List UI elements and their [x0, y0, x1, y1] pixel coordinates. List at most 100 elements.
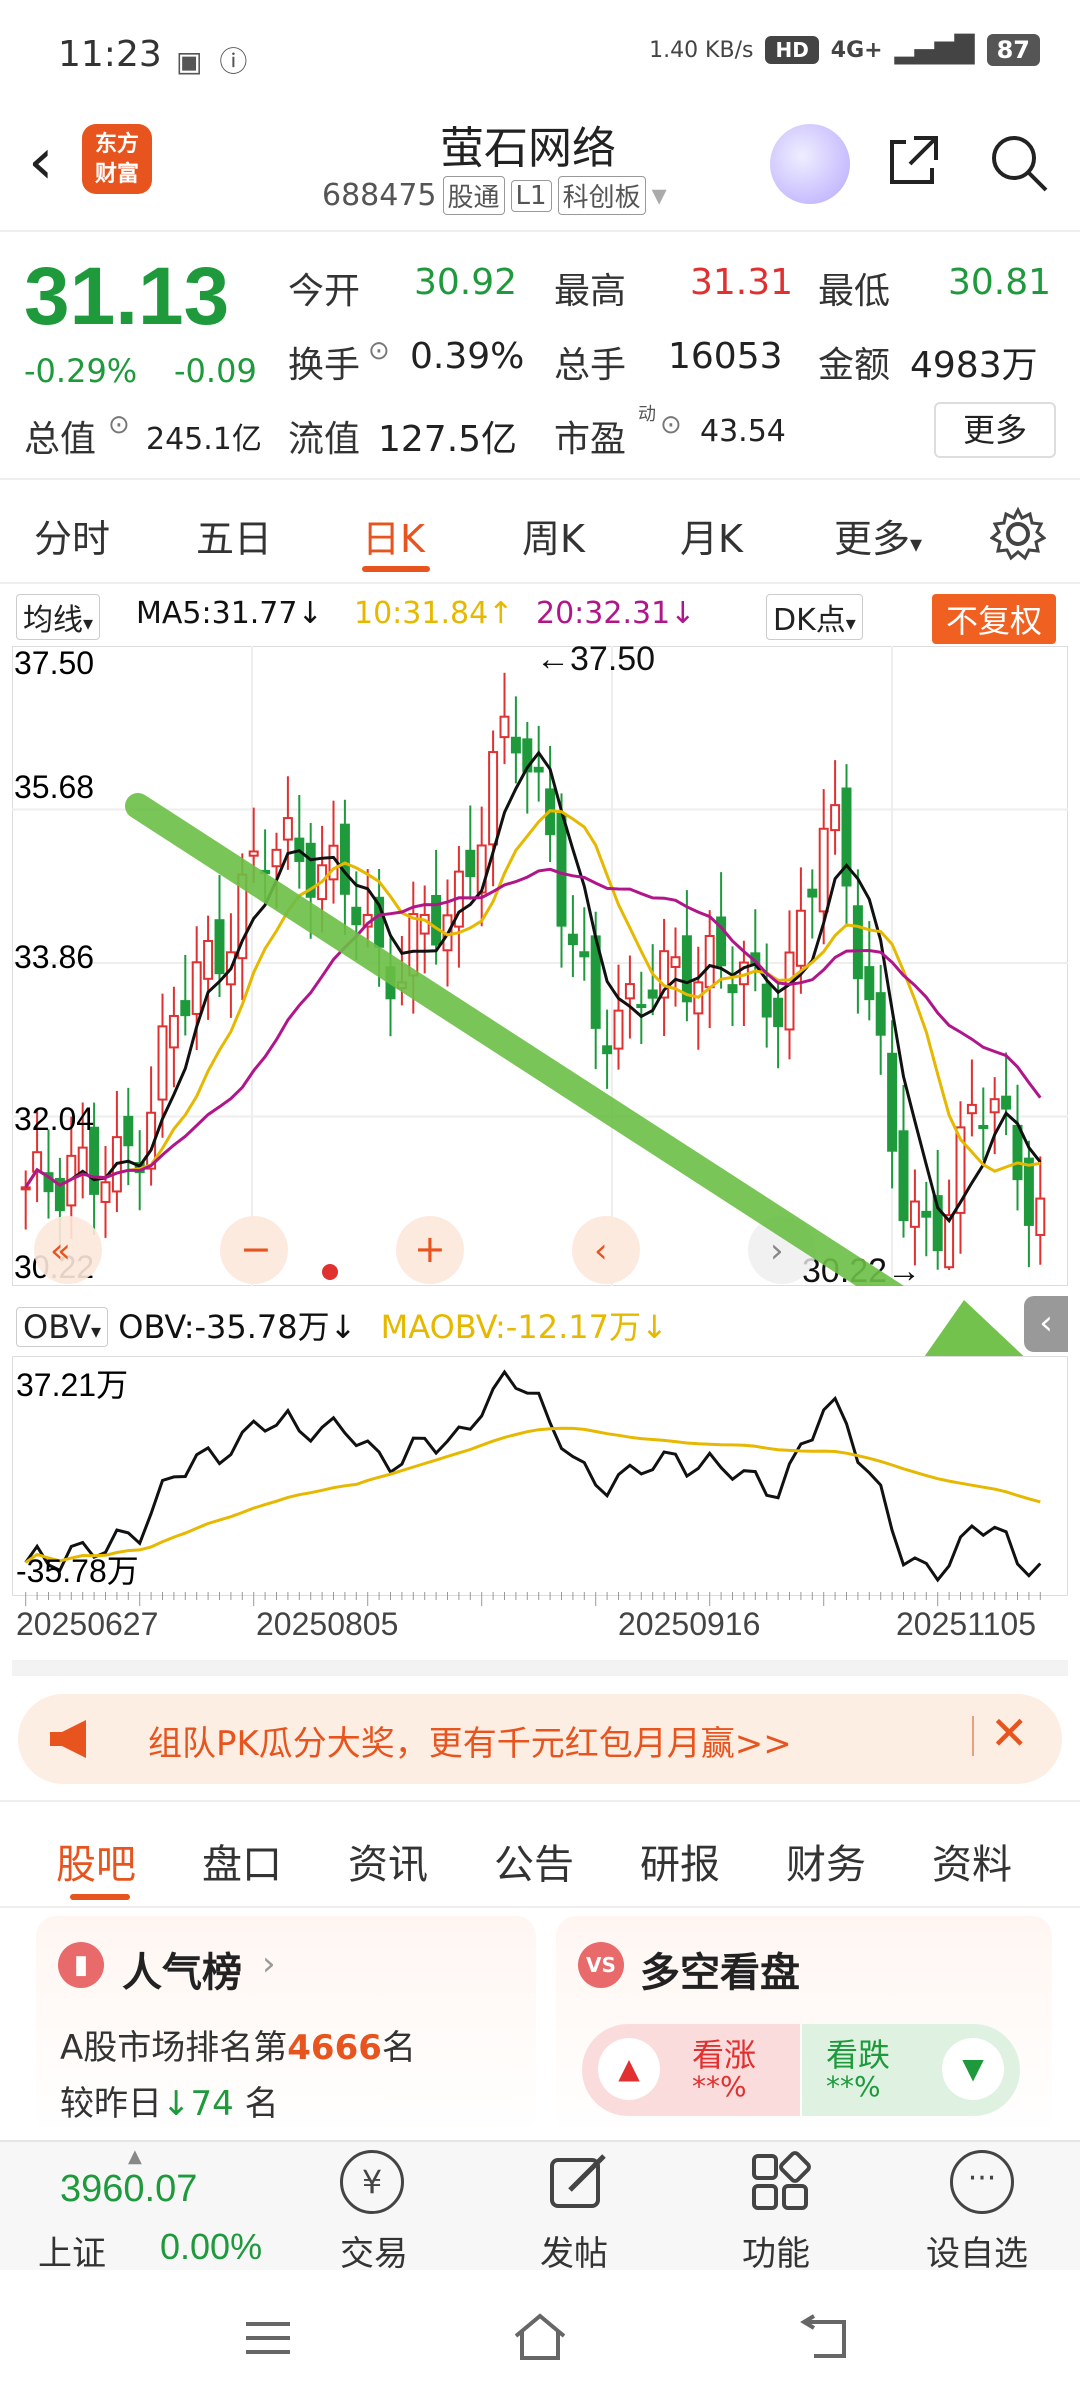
promo-text[interactable]: 组队PK瓜分大奖，更有千元红包月月赢>> — [148, 1716, 792, 1765]
candle-down — [556, 812, 567, 927]
info-icon[interactable]: ⊙ — [368, 336, 390, 366]
status-bar: 11:23 ▣ ⓘ 1.40 KB/s HD 4G+ ▂▄▆█ 87 — [0, 0, 1080, 110]
menu-icon[interactable] — [244, 2318, 292, 2358]
candle-down — [841, 787, 852, 887]
bull-bear-card[interactable]: VS 多空看盘 ▲ 看涨 **% 看跌 **% ▼ — [556, 1916, 1052, 2136]
tab-forum[interactable]: 股吧 — [56, 1832, 136, 1890]
tab-weekly-k[interactable]: 周K — [522, 508, 585, 563]
info-icon[interactable]: ⊙ — [108, 410, 130, 440]
home-icon[interactable] — [510, 2312, 570, 2362]
back-nav-icon[interactable] — [800, 2314, 852, 2360]
signal-icon: ▂▄▆█ — [894, 35, 975, 65]
rank-line: A股市场排名第4666名 — [60, 2020, 416, 2069]
more-button[interactable]: 更多 — [934, 402, 1056, 458]
tab-more-label: 更多 — [834, 517, 911, 561]
obv-bottom-label: -35.78万 — [16, 1553, 139, 1589]
candle-down — [636, 1004, 647, 1009]
share-icon[interactable] — [884, 130, 944, 190]
tab-research[interactable]: 研报 — [640, 1832, 720, 1890]
candle-down — [1023, 1157, 1034, 1226]
search-icon[interactable] — [986, 130, 1050, 194]
candle-down — [1001, 1095, 1012, 1110]
triangle-up-icon: ▲ — [598, 2038, 660, 2100]
back-icon[interactable]: ‹ — [28, 130, 54, 194]
close-icon[interactable]: ✕ — [990, 1706, 1029, 1760]
caret-down-icon: ▾ — [910, 530, 923, 558]
candle-down — [864, 966, 875, 1001]
candle-down — [351, 906, 362, 926]
tab-order-book[interactable]: 盘口 — [202, 1832, 282, 1890]
bearish-pct: **% — [826, 2070, 881, 2103]
candle-down — [898, 1130, 909, 1222]
index-value[interactable]: 3960.07 — [60, 2168, 197, 2211]
grid-icon[interactable] — [748, 2150, 812, 2214]
tab-news[interactable]: 资讯 — [348, 1832, 428, 1890]
obv-selector-label: OBV — [23, 1308, 92, 1346]
index-name[interactable]: 上证 — [38, 2226, 106, 2275]
amount-value: 4983万 — [910, 345, 1038, 386]
system-nav-bar — [0, 2270, 1080, 2400]
nav-add-watchlist[interactable]: 设自选 — [926, 2226, 1028, 2275]
candle-down — [978, 1124, 989, 1129]
edit-icon[interactable] — [546, 2150, 610, 2214]
index-change[interactable]: 0.00% — [160, 2226, 262, 2268]
tab-daily-k[interactable]: 日K — [362, 508, 425, 563]
triangle-down-icon: ▼ — [942, 2038, 1004, 2100]
hd-icon: HD — [765, 36, 819, 64]
tab-announcements[interactable]: 公告 — [494, 1832, 574, 1890]
tab-financials[interactable]: 财务 — [786, 1832, 866, 1890]
obv-chart[interactable]: 37.21万 -35.78万 — [12, 1356, 1068, 1596]
trade-icon[interactable]: ¥ — [340, 2150, 404, 2214]
net-speed: 1.40 KB/s — [649, 37, 754, 63]
obv-legend: OBV▾ OBV:-35.78万↓ MAOBV:-12.17万↓ — [16, 1302, 668, 1348]
popularity-title: 人气榜 — [122, 1950, 242, 1996]
candle-up — [282, 817, 293, 841]
candle-down — [533, 766, 544, 773]
ma-selector[interactable]: 均线▾ — [16, 594, 101, 640]
collapse-panel-button[interactable]: ‹ — [1024, 1296, 1068, 1352]
chevron-left-icon: ‹ — [594, 1231, 608, 1271]
rank-change-line: 较昨日↓74 名 — [60, 2076, 279, 2125]
gear-icon[interactable] — [990, 506, 1046, 562]
candle-up — [704, 935, 715, 989]
candle-up — [419, 913, 430, 935]
stock-code: 688475 — [322, 178, 437, 213]
candle-up — [499, 715, 510, 739]
assistant-avatar-icon[interactable] — [770, 124, 850, 204]
change-value: -0.09 — [174, 352, 257, 390]
candle-down — [807, 888, 818, 898]
volume-value: 16053 — [668, 336, 783, 377]
popularity-card[interactable]: ▮ 人气榜 › A股市场排名第4666名 较昨日↓74 名 — [36, 1916, 536, 2136]
adjust-button[interactable]: 不复权 — [932, 594, 1057, 644]
change-pct: -0.29% — [24, 352, 138, 390]
turnover-label: 换手 — [288, 345, 361, 386]
turnover-value: 0.39% — [410, 336, 525, 377]
candle-up — [670, 956, 681, 968]
info-icon[interactable]: ⊙ — [660, 410, 682, 440]
candle-up — [157, 1025, 168, 1101]
candle-down — [567, 933, 578, 946]
bearish-button[interactable]: 看跌 **% ▼ — [802, 2024, 1020, 2116]
notification-icons: ▣ ⓘ — [176, 45, 252, 78]
candle-up — [830, 804, 841, 832]
nav-trade[interactable]: 交易 — [340, 2226, 408, 2275]
minus-icon: − — [240, 1227, 272, 1271]
bullish-button[interactable]: ▲ 看涨 **% — [582, 2024, 800, 2116]
chevron-down-icon[interactable]: ▾ — [652, 178, 667, 213]
tab-monthly-k[interactable]: 月K — [680, 508, 743, 563]
obv-selector[interactable]: OBV▾ — [16, 1307, 109, 1347]
more-dots-icon[interactable]: ··· — [950, 2150, 1014, 2214]
candle-down — [180, 1000, 191, 1017]
tab-intraday[interactable]: 分时 — [34, 508, 110, 563]
signal-label: 4G+ — [830, 37, 883, 63]
nav-post[interactable]: 发帖 — [540, 2226, 608, 2275]
nav-functions[interactable]: 功能 — [742, 2226, 810, 2275]
dk-selector[interactable]: DK点▾ — [766, 594, 863, 640]
tab-profile[interactable]: 资料 — [932, 1832, 1012, 1890]
bottom-nav: ▲ 3960.07 上证 0.00% ¥ 交易 发帖 功能 ··· 设自选 — [0, 2140, 1080, 2274]
tab-more[interactable]: 更多▾ — [834, 508, 922, 563]
kline-chart[interactable]: 37.50 35.68 33.86 32.04 30.22 ←37.50 30.… — [12, 646, 1068, 1286]
tab-five-day[interactable]: 五日 — [196, 508, 272, 563]
mcap-value: 245.1亿 — [146, 422, 262, 457]
divider — [0, 582, 1080, 584]
